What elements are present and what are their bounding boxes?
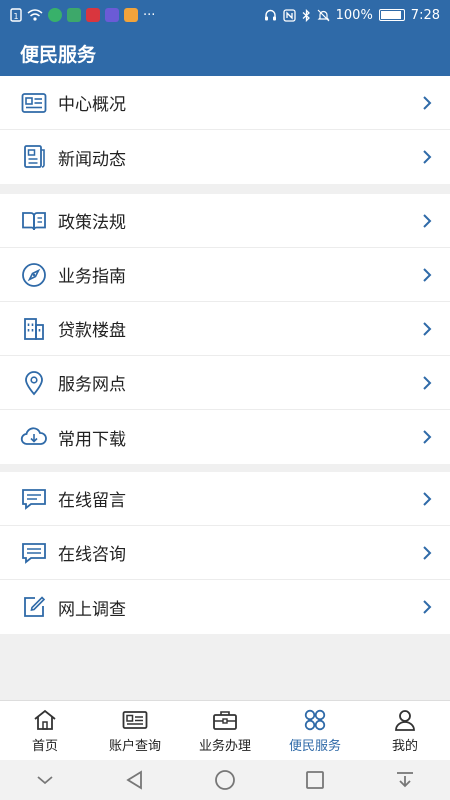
menu-item-leave-message[interactable]: 在线留言 <box>0 472 450 526</box>
chevron-right-icon <box>420 597 434 617</box>
tab-label: 便民服务 <box>288 738 341 754</box>
menu-item-business-guide[interactable]: 业务指南 <box>0 248 450 302</box>
bottom-tab-bar: 首页 账户查询 业务办理 便民服务 我的 <box>0 700 450 760</box>
tab-label: 首页 <box>31 738 58 754</box>
menu-item-label: 服务网点 <box>58 375 126 395</box>
back-button[interactable] <box>115 765 155 795</box>
menu-item-label: 常用下载 <box>58 429 126 450</box>
app-notification-icon <box>124 8 138 22</box>
tab-account-query[interactable]: 账户查询 <box>90 701 180 760</box>
battery-percent: 100% <box>335 7 373 23</box>
newspaper-icon <box>20 143 48 171</box>
notification-pull-button[interactable] <box>385 765 425 795</box>
home-icon <box>32 708 58 732</box>
recents-button[interactable] <box>295 765 335 795</box>
chevron-right-icon <box>420 211 434 231</box>
more-notifications: ··· <box>143 7 156 23</box>
edit-icon <box>20 593 48 621</box>
tab-mine[interactable]: 我的 <box>360 701 450 760</box>
menu-item-label: 政策法规 <box>58 213 126 233</box>
clock: 7:28 <box>410 7 440 23</box>
app-header: 便民服务 <box>0 30 450 76</box>
chevron-right-icon <box>420 147 434 167</box>
tab-label: 账户查询 <box>108 738 161 754</box>
chevron-right-icon <box>420 489 434 509</box>
menu-item-downloads[interactable]: 常用下载 <box>0 410 450 464</box>
briefcase-icon <box>212 708 238 732</box>
menu-item-label: 中心概况 <box>58 95 126 115</box>
tab-convenience-services[interactable]: 便民服务 <box>270 701 360 760</box>
app-notification-icon <box>67 8 81 22</box>
chevron-right-icon <box>420 93 434 113</box>
menu-item-service-outlets[interactable]: 服务网点 <box>0 356 450 410</box>
chat-icon <box>20 539 48 567</box>
menu-item-loan-properties[interactable]: 贷款楼盘 <box>0 302 450 356</box>
status-bar: 1 ··· 100% 7:28 <box>0 0 450 30</box>
sim-icon: 1 <box>10 8 22 22</box>
location-pin-icon <box>20 369 48 397</box>
menu-group: 中心概况 新闻动态 <box>0 76 450 184</box>
menu-group: 政策法规 业务指南 贷款楼盘 服务网点 常用下载 <box>0 194 450 464</box>
app-notification-icon <box>105 8 119 22</box>
person-icon <box>392 708 418 732</box>
id-card-icon <box>20 89 48 117</box>
menu-item-online-survey[interactable]: 网上调查 <box>0 580 450 634</box>
home-circle-icon <box>215 770 235 790</box>
menu-item-center-overview[interactable]: 中心概况 <box>0 76 450 130</box>
system-nav-bar <box>0 760 450 800</box>
menu-item-label: 业务指南 <box>58 267 126 287</box>
menu-item-label: 在线咨询 <box>58 545 126 565</box>
collapse-nav-button[interactable] <box>25 765 65 795</box>
menu-item-label: 在线留言 <box>58 491 126 511</box>
tab-home[interactable]: 首页 <box>0 701 90 760</box>
chevron-down-icon <box>37 776 53 785</box>
battery-icon <box>378 9 405 21</box>
menu-group: 在线留言 在线咨询 网上调查 <box>0 472 450 634</box>
account-card-icon <box>122 708 148 732</box>
tab-label: 我的 <box>391 738 418 754</box>
chevron-right-icon <box>420 319 434 339</box>
mute-icon <box>317 9 330 21</box>
nfc-icon <box>282 8 296 22</box>
chevron-right-icon <box>420 427 434 447</box>
pull-down-icon <box>397 772 413 788</box>
bluetooth-icon <box>302 8 310 22</box>
status-icons-left: 1 ··· <box>10 8 155 23</box>
wifi-icon <box>27 9 43 21</box>
back-triangle-icon <box>126 770 142 790</box>
app-notification-icon <box>48 8 62 22</box>
grid-services-icon <box>302 708 328 732</box>
status-icons-right: 100% 7:28 <box>264 8 440 23</box>
chevron-right-icon <box>420 373 434 393</box>
app-notification-icon <box>86 8 100 22</box>
compass-icon <box>20 261 48 289</box>
menu-item-news[interactable]: 新闻动态 <box>0 130 450 184</box>
cloud-download-icon <box>20 423 48 451</box>
menu-item-consultation[interactable]: 在线咨询 <box>0 526 450 580</box>
home-nav-button[interactable] <box>205 765 245 795</box>
chevron-right-icon <box>420 543 434 563</box>
book-icon <box>20 207 48 235</box>
menu-item-label: 网上调查 <box>58 599 126 620</box>
tab-business[interactable]: 业务办理 <box>180 701 270 760</box>
menu-item-label: 贷款楼盘 <box>58 321 126 341</box>
menu-item-policies[interactable]: 政策法规 <box>0 194 450 248</box>
page-title: 便民服务 <box>20 43 97 66</box>
svg-text:1: 1 <box>13 12 18 21</box>
chevron-right-icon <box>420 265 434 285</box>
recents-square-icon <box>306 771 324 789</box>
building-icon <box>20 315 48 343</box>
menu-item-label: 新闻动态 <box>58 149 126 170</box>
headset-icon <box>264 9 276 20</box>
tab-label: 业务办理 <box>198 738 251 754</box>
message-icon <box>20 485 48 513</box>
